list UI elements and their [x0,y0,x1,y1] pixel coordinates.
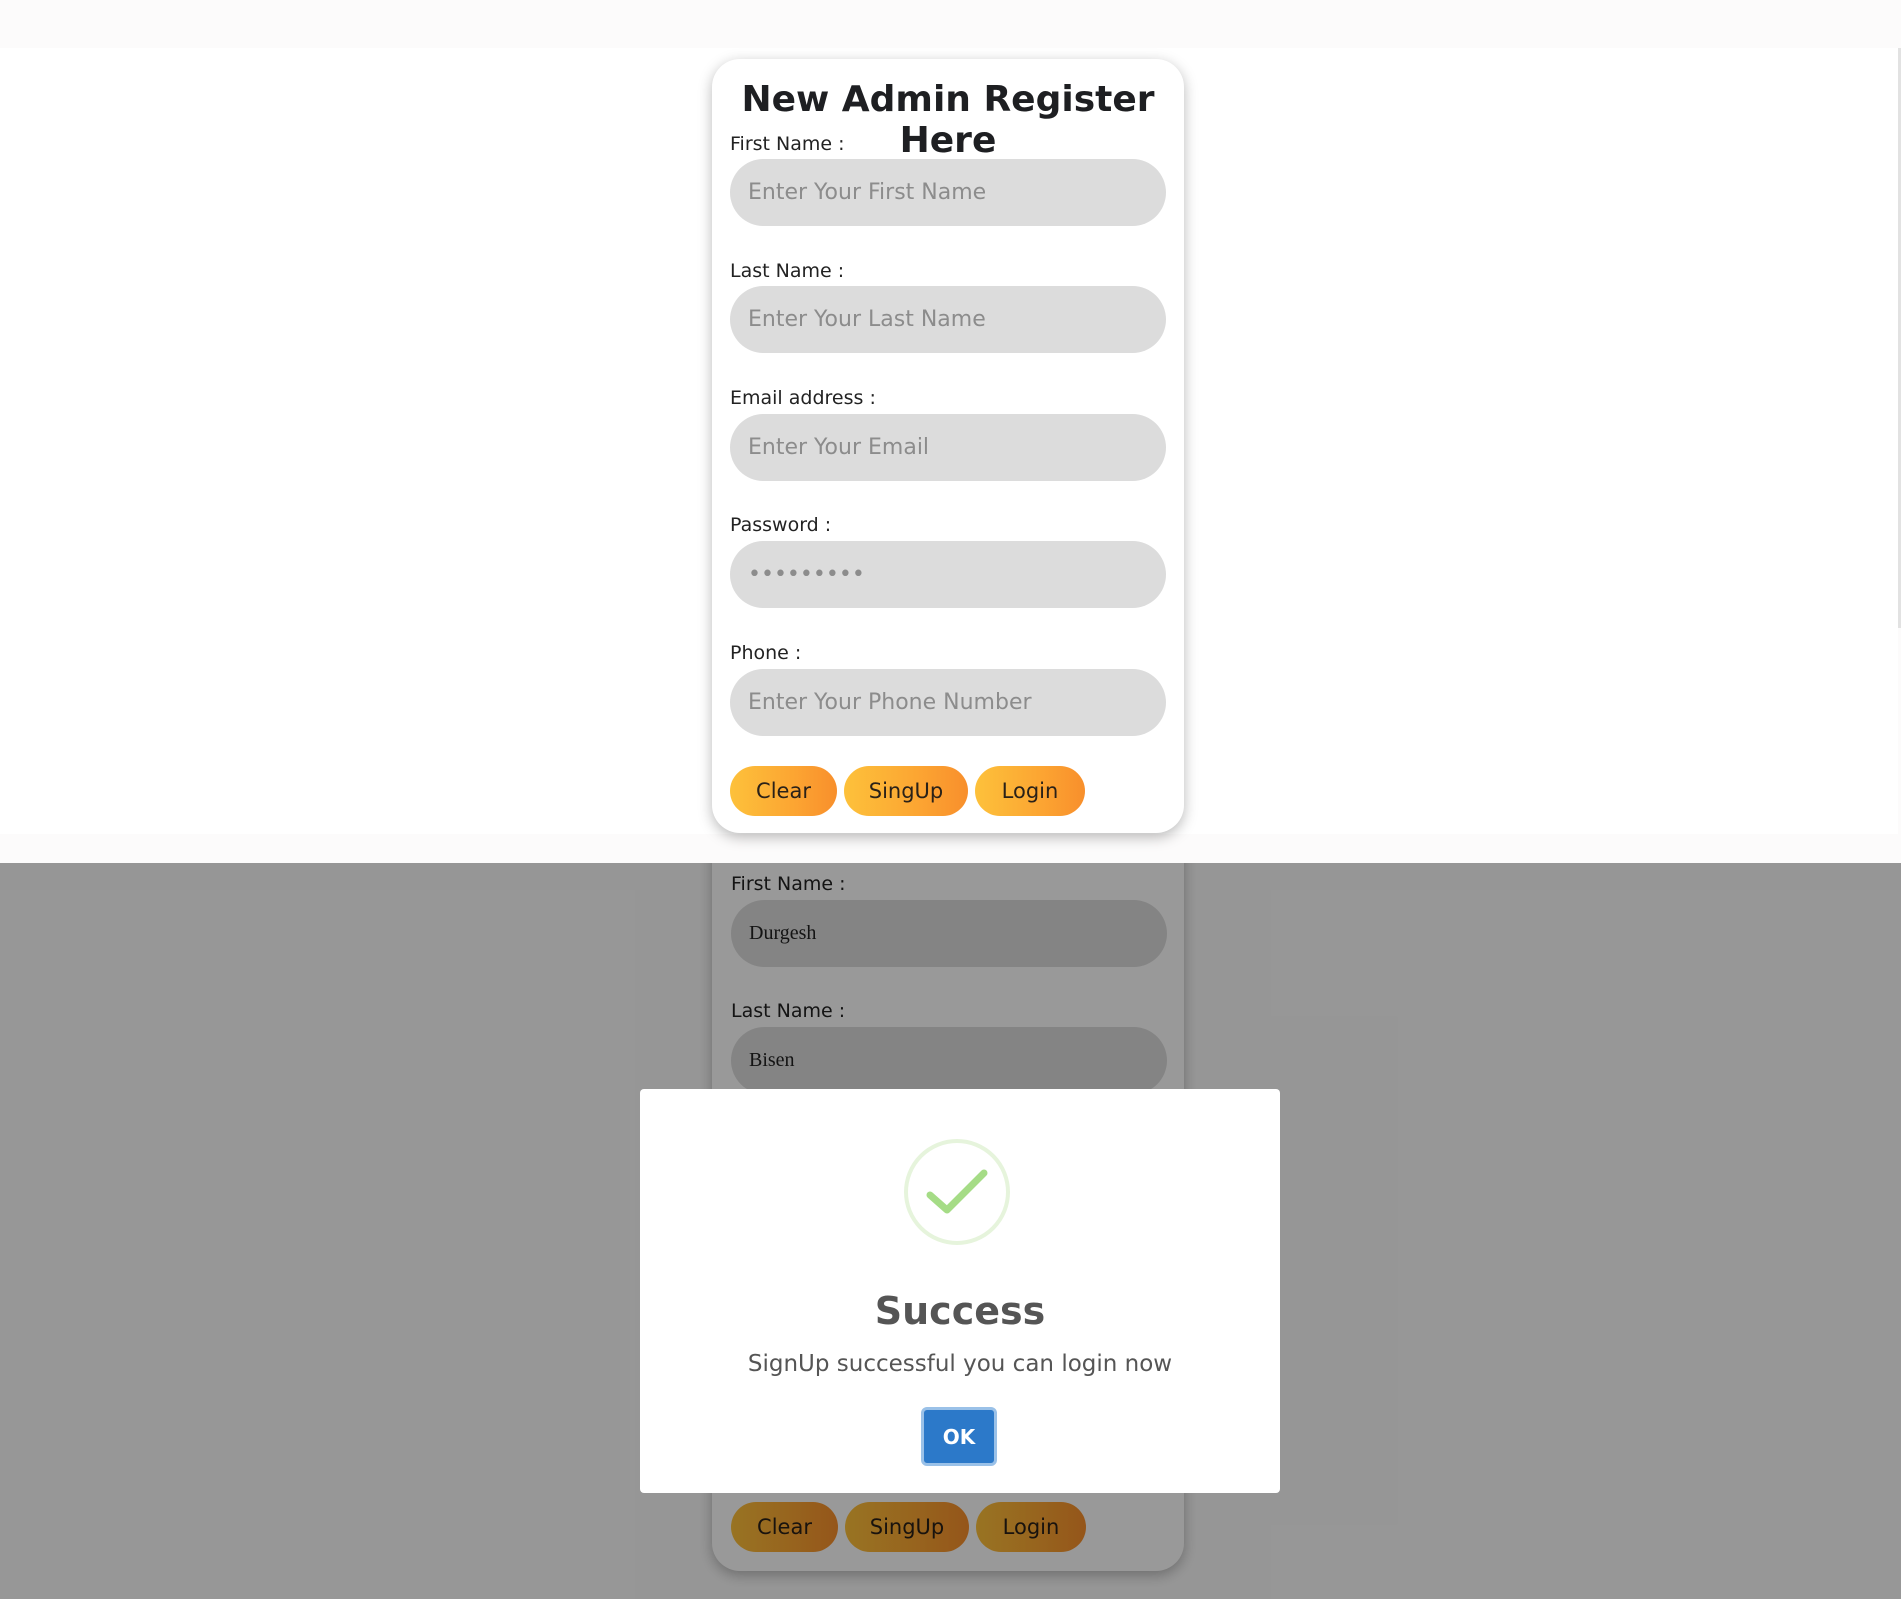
dialog-message: SignUp successful you can login now [747,1351,1173,1377]
success-dialog: Success SignUp successful you can login … [640,1089,1280,1493]
register-form-card: New Admin Register Here First Name : Las… [712,59,1184,833]
first-name-input[interactable] [730,159,1166,226]
password-label: Password : [730,514,832,536]
password-input[interactable] [730,541,1166,608]
last-name-input[interactable] [730,286,1166,353]
ok-button[interactable]: OK [921,1407,997,1466]
clear-button[interactable]: Clear [730,766,837,816]
email-input[interactable] [730,414,1166,481]
phone-input[interactable] [730,669,1166,736]
register-screen: New Admin Register Here First Name : Las… [0,0,1901,863]
last-name-label: Last Name : [730,260,845,282]
checkmark-icon [904,1139,1010,1245]
signup-success-screen: First Name : Last Name : Clear SingUp Lo… [0,863,1901,1599]
login-button[interactable]: Login [975,766,1085,816]
signup-button[interactable]: SingUp [844,766,968,816]
dialog-title: Success [874,1289,1046,1333]
email-label: Email address : [730,387,876,409]
phone-label: Phone : [730,642,802,664]
first-name-label: First Name : [730,133,845,155]
